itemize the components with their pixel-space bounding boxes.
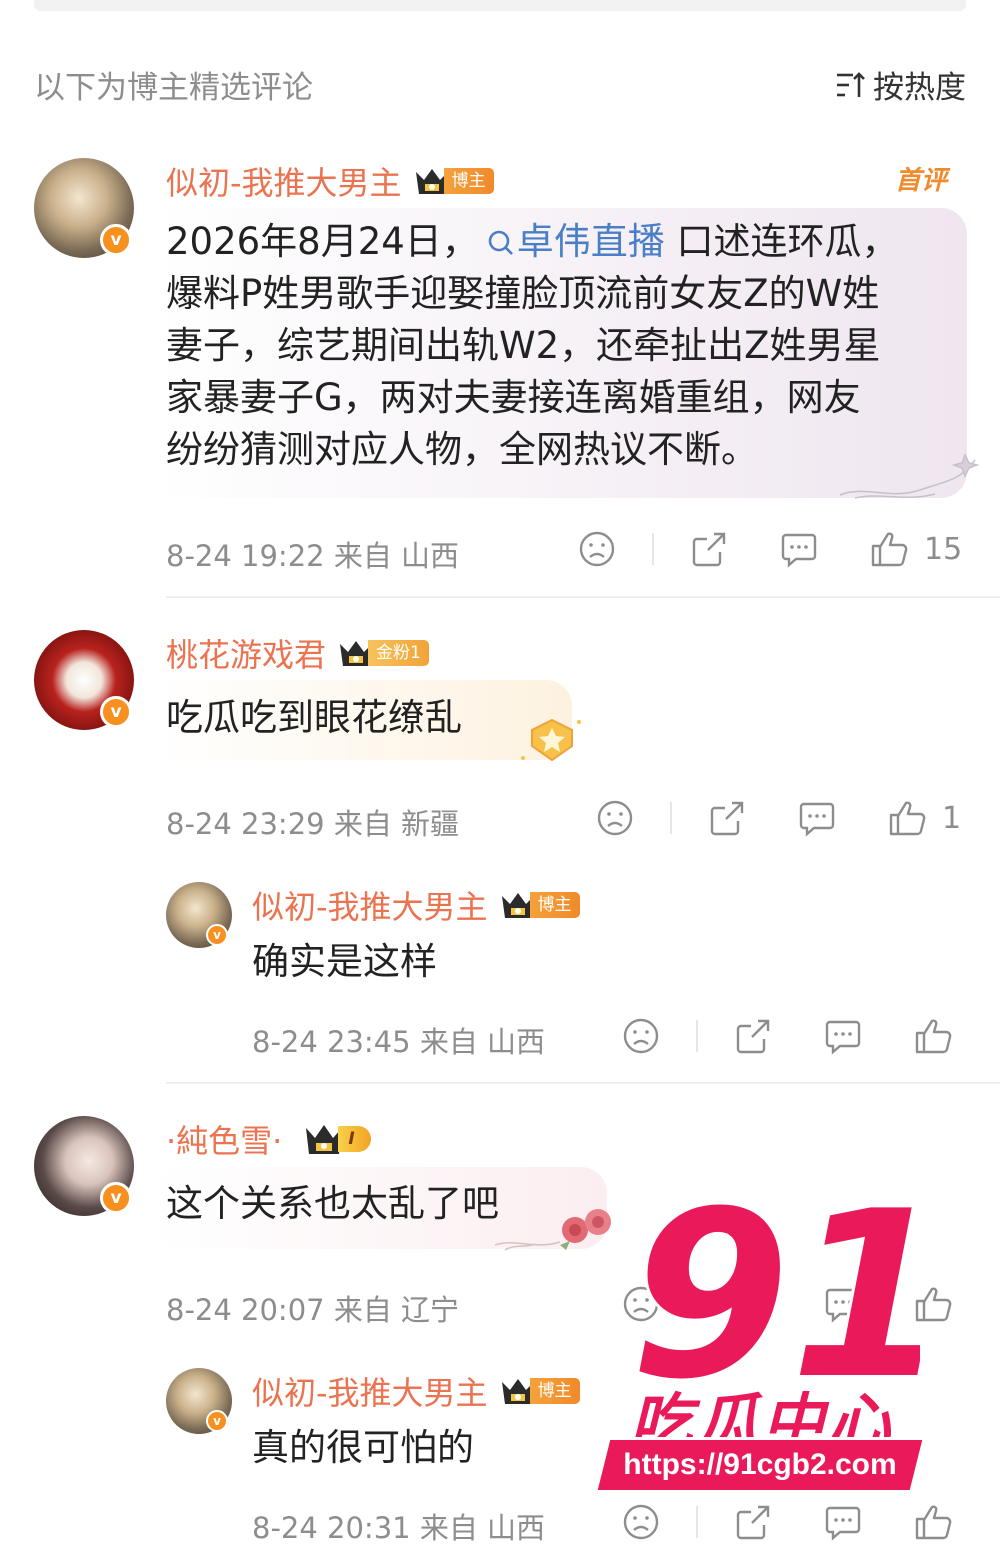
- divider: [670, 802, 672, 834]
- username[interactable]: 似初-我推大男主 博主: [252, 1368, 580, 1414]
- previous-card-bottom: [34, 0, 966, 11]
- comments-section-header: 以下为博主精选评论 按热度: [34, 62, 966, 106]
- thumbs-up-icon: [871, 532, 908, 567]
- sort-by-hot-button[interactable]: 按热度: [835, 62, 966, 107]
- comment-meta: 8-24 20:07 来自 辽宁: [166, 1293, 460, 1327]
- dislike-button[interactable]: [622, 1503, 660, 1541]
- comment-text: 真的很可怕的: [252, 1426, 474, 1469]
- comment-icon: [781, 533, 817, 568]
- search-icon: [488, 230, 513, 255]
- fan-tag: 金粉1: [368, 640, 429, 666]
- comment-text: 吃瓜吃到眼花缭乱: [166, 696, 462, 739]
- comment-icon: [799, 802, 835, 837]
- blogger-tag: 博主: [443, 168, 494, 194]
- share-button[interactable]: [734, 1503, 772, 1541]
- verified-icon: v: [100, 1182, 132, 1214]
- username[interactable]: 桃花游戏君 金粉1: [166, 630, 429, 676]
- thumbs-up-icon: [915, 1287, 952, 1322]
- comment-meta: 8-24 23:29 来自 新疆: [166, 807, 460, 841]
- rose-decoration-icon: [494, 1209, 611, 1251]
- topic-link[interactable]: 卓伟直播: [479, 220, 665, 263]
- section-title: 以下为博主精选评论: [34, 70, 313, 106]
- share-icon: [710, 801, 744, 836]
- watermark-number: 91: [627, 1190, 920, 1390]
- badge-decoration-icon: [521, 718, 581, 762]
- verified-icon: v: [206, 1410, 228, 1432]
- username[interactable]: 似初-我推大男主 博主: [166, 158, 494, 204]
- like-button[interactable]: 15: [870, 530, 962, 568]
- comment-actions: 1: [596, 799, 961, 837]
- reply-button[interactable]: [824, 1503, 862, 1541]
- crown-icon: 博主: [500, 890, 580, 920]
- thumbs-up-icon: [915, 1019, 952, 1054]
- comment-text: 2026年8月24日， 卓伟直播 口述连环瓜， 爆料P姓男歌手迎娶撞脸顶流前女友Z…: [166, 220, 899, 471]
- like-count: 15: [924, 531, 963, 567]
- username[interactable]: ·純色雪· I: [166, 1116, 371, 1162]
- dislike-button[interactable]: [578, 530, 616, 568]
- share-button[interactable]: [690, 530, 728, 568]
- level-tag: I: [338, 1126, 371, 1152]
- share-icon: [736, 1505, 770, 1540]
- comment-divider: [166, 1082, 1000, 1084]
- share-icon: [736, 1019, 770, 1054]
- comment-divider: [166, 596, 1000, 598]
- share-button[interactable]: [708, 799, 746, 837]
- like-button[interactable]: 1: [888, 799, 961, 837]
- comment-meta: 8-24 20:31 来自 山西: [252, 1511, 546, 1545]
- sad-face-icon: [597, 800, 633, 836]
- divider: [652, 533, 654, 565]
- comment-icon: [825, 1020, 861, 1055]
- svg-text:91: 91: [630, 1190, 920, 1390]
- share-icon: [692, 532, 726, 567]
- thumbs-up-icon: [889, 801, 926, 836]
- sad-face-icon: [623, 1504, 659, 1540]
- sort-label: 按热度: [873, 70, 966, 106]
- share-button[interactable]: [734, 1017, 772, 1055]
- comment-actions: [622, 1017, 954, 1055]
- comment-actions: 15: [578, 530, 962, 568]
- divider: [696, 1020, 698, 1052]
- reply-button[interactable]: [798, 799, 836, 837]
- crown-icon: I: [304, 1122, 371, 1156]
- blogger-tag: 博主: [529, 892, 580, 918]
- crown-icon: 金粉1: [338, 638, 429, 668]
- comment-actions: [622, 1503, 954, 1541]
- crown-icon: 博主: [414, 166, 494, 196]
- comment-icon: [825, 1506, 861, 1541]
- comment-meta: 8-24 23:45 来自 山西: [252, 1025, 546, 1059]
- sort-icon: [837, 71, 865, 97]
- sad-face-icon: [579, 531, 615, 567]
- thumbs-up-icon: [915, 1505, 952, 1540]
- username[interactable]: 似初-我推大男主 博主: [252, 882, 580, 928]
- verified-icon: v: [206, 924, 228, 946]
- first-comment-badge: 首评: [895, 166, 948, 196]
- verified-icon: v: [100, 224, 132, 256]
- like-button[interactable]: [914, 1285, 954, 1323]
- verified-icon: v: [100, 696, 132, 728]
- comment-meta: 8-24 19:22 来自 山西: [166, 539, 460, 573]
- dislike-button[interactable]: [622, 1017, 660, 1055]
- comment-text: 这个关系也太乱了吧: [166, 1182, 499, 1225]
- dislike-button[interactable]: [596, 799, 634, 837]
- reply-button[interactable]: [780, 530, 818, 568]
- like-button[interactable]: [914, 1017, 954, 1055]
- like-count: 1: [942, 800, 962, 836]
- like-button[interactable]: [914, 1503, 954, 1541]
- blogger-tag: 博主: [529, 1378, 580, 1404]
- crown-icon: 博主: [500, 1376, 580, 1406]
- watermark-url: https://91cgb2.com: [597, 1440, 923, 1490]
- divider: [696, 1506, 698, 1538]
- sad-face-icon: [623, 1018, 659, 1054]
- comment-text: 确实是这样: [252, 940, 437, 983]
- reply-button[interactable]: [824, 1017, 862, 1055]
